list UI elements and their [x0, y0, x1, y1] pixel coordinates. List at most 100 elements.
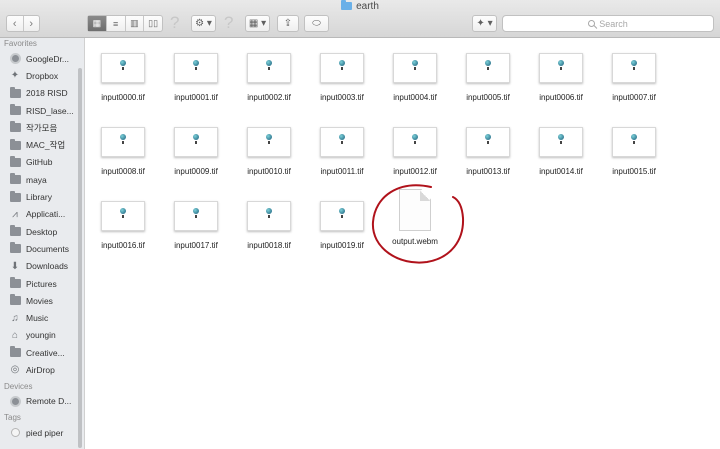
navigation-buttons: ‹ ›: [6, 15, 40, 32]
image-thumbnail-icon: [393, 127, 437, 157]
action-button[interactable]: ⚙ ▾: [191, 15, 216, 32]
sidebar-section-tags: Tags: [4, 412, 21, 422]
file-name: input0000.tif: [101, 93, 145, 102]
view-mode-selector: ▦ ≡ ▥ ▯▯: [87, 15, 163, 32]
disk-icon: [9, 53, 21, 65]
image-thumbnail-icon: [101, 53, 145, 83]
file-name: input0004.tif: [393, 93, 437, 102]
sidebar-item[interactable]: ⬇ Downloads: [0, 258, 84, 275]
file-item[interactable]: input0015.tif: [598, 127, 670, 176]
folder-icon: [9, 104, 21, 117]
file-name: input0005.tif: [466, 93, 510, 102]
folder-icon: [9, 138, 21, 151]
sidebar-item[interactable]: Library: [0, 188, 84, 205]
sidebar-item-label: Applicati...: [26, 209, 66, 220]
file-item[interactable]: input0010.tif: [233, 127, 305, 176]
image-thumbnail-icon: [247, 127, 291, 157]
file-item[interactable]: input0019.tif: [306, 201, 378, 250]
sidebar-item[interactable]: maya: [0, 171, 84, 188]
file-name: input0009.tif: [174, 167, 218, 176]
file-name: input0016.tif: [101, 241, 145, 250]
edit-tags-button[interactable]: ⬭: [304, 15, 329, 32]
share-button[interactable]: ⇪: [277, 15, 299, 32]
column-view-button[interactable]: ▥: [124, 16, 144, 31]
image-thumbnail-icon: [466, 53, 510, 83]
image-thumbnail-icon: [174, 127, 218, 157]
file-name: input0015.tif: [612, 167, 656, 176]
sidebar-item-label: MAC_작업: [26, 140, 66, 151]
sidebar-item[interactable]: Documents: [0, 240, 84, 257]
folder-icon: [9, 121, 21, 134]
music-icon: ♫: [11, 312, 19, 324]
sidebar-item[interactable]: 작가모음: [0, 119, 84, 136]
file-name: input0002.tif: [247, 93, 291, 102]
file-item[interactable]: input0001.tif: [160, 53, 232, 102]
file-name: output.webm: [392, 237, 438, 246]
image-thumbnail-icon: [320, 127, 364, 157]
sidebar-item[interactable]: RISD_lase...: [0, 102, 84, 119]
sidebar-item[interactable]: ⩘ Applicati...: [0, 206, 84, 223]
coverflow-view-button[interactable]: ▯▯: [143, 16, 162, 31]
folder-icon: [9, 294, 21, 307]
sidebar-item[interactable]: ⌂ youngin: [0, 327, 84, 344]
file-item[interactable]: input0005.tif: [452, 53, 524, 102]
sidebar-item[interactable]: GitHub: [0, 154, 84, 171]
image-thumbnail-icon: [320, 53, 364, 83]
file-item[interactable]: input0009.tif: [160, 127, 232, 176]
icon-view-button[interactable]: ▦: [88, 16, 106, 31]
file-item[interactable]: input0014.tif: [525, 127, 597, 176]
help-icon[interactable]: ?: [224, 13, 233, 33]
sidebar-item[interactable]: Remote D...: [0, 393, 84, 410]
sidebar-item[interactable]: MAC_작업: [0, 136, 84, 153]
file-item[interactable]: output.webm: [379, 189, 451, 246]
file-item[interactable]: input0012.tif: [379, 127, 451, 176]
sidebar-item[interactable]: Movies: [0, 292, 84, 309]
file-item[interactable]: input0003.tif: [306, 53, 378, 102]
forward-button[interactable]: ›: [22, 16, 40, 31]
file-item[interactable]: input0018.tif: [233, 201, 305, 250]
file-name: input0014.tif: [539, 167, 583, 176]
disk-icon: [9, 395, 21, 407]
file-name: input0008.tif: [101, 167, 145, 176]
file-item[interactable]: input0008.tif: [87, 127, 159, 176]
file-name: input0003.tif: [320, 93, 364, 102]
sidebar-item[interactable]: ◎ AirDrop: [0, 361, 84, 378]
sidebar-item[interactable]: ♫ Music: [0, 309, 84, 326]
sidebar-scrollbar[interactable]: [78, 68, 82, 448]
file-name: input0011.tif: [320, 167, 364, 176]
search-field[interactable]: Search: [502, 15, 714, 32]
file-item[interactable]: input0017.tif: [160, 201, 232, 250]
window-toolbar: earth ‹ › ▦ ≡ ▥ ▯▯ ? ⚙ ▾ ? ▦ ▾ ⇪ ⬭ ✦ ▾ S…: [0, 0, 720, 38]
image-thumbnail-icon: [466, 127, 510, 157]
dropbox-button[interactable]: ✦ ▾: [472, 15, 497, 32]
sidebar-item[interactable]: 2018 RISD: [0, 85, 84, 102]
file-name: input0018.tif: [247, 241, 291, 250]
folder-icon: [9, 86, 21, 99]
sidebar-item[interactable]: Creative...: [0, 344, 84, 361]
back-button[interactable]: ‹: [7, 16, 23, 31]
help-icon[interactable]: ?: [170, 13, 179, 33]
file-name: input0006.tif: [539, 93, 583, 102]
sidebar-item-label: Dropbox: [26, 70, 59, 81]
image-thumbnail-icon: [612, 53, 656, 83]
file-item[interactable]: input0011.tif: [306, 127, 378, 176]
sidebar-item[interactable]: GoogleDr...: [0, 50, 84, 67]
file-item[interactable]: input0013.tif: [452, 127, 524, 176]
sidebar-item-label: Library: [26, 192, 52, 203]
file-item[interactable]: input0006.tif: [525, 53, 597, 102]
file-name: input0010.tif: [247, 167, 291, 176]
file-item[interactable]: input0002.tif: [233, 53, 305, 102]
sidebar-item[interactable]: ✦ Dropbox: [0, 67, 84, 84]
sidebar-item[interactable]: pied piper: [0, 424, 84, 441]
sidebar-item[interactable]: Pictures: [0, 275, 84, 292]
file-item[interactable]: input0000.tif: [87, 53, 159, 102]
file-name: input0019.tif: [320, 241, 364, 250]
file-name: input0013.tif: [466, 167, 510, 176]
list-view-button[interactable]: ≡: [105, 16, 125, 31]
sidebar-item[interactable]: Desktop: [0, 223, 84, 240]
image-thumbnail-icon: [393, 53, 437, 83]
file-item[interactable]: input0007.tif: [598, 53, 670, 102]
file-item[interactable]: input0004.tif: [379, 53, 451, 102]
arrange-button[interactable]: ▦ ▾: [245, 15, 270, 32]
file-item[interactable]: input0016.tif: [87, 201, 159, 250]
